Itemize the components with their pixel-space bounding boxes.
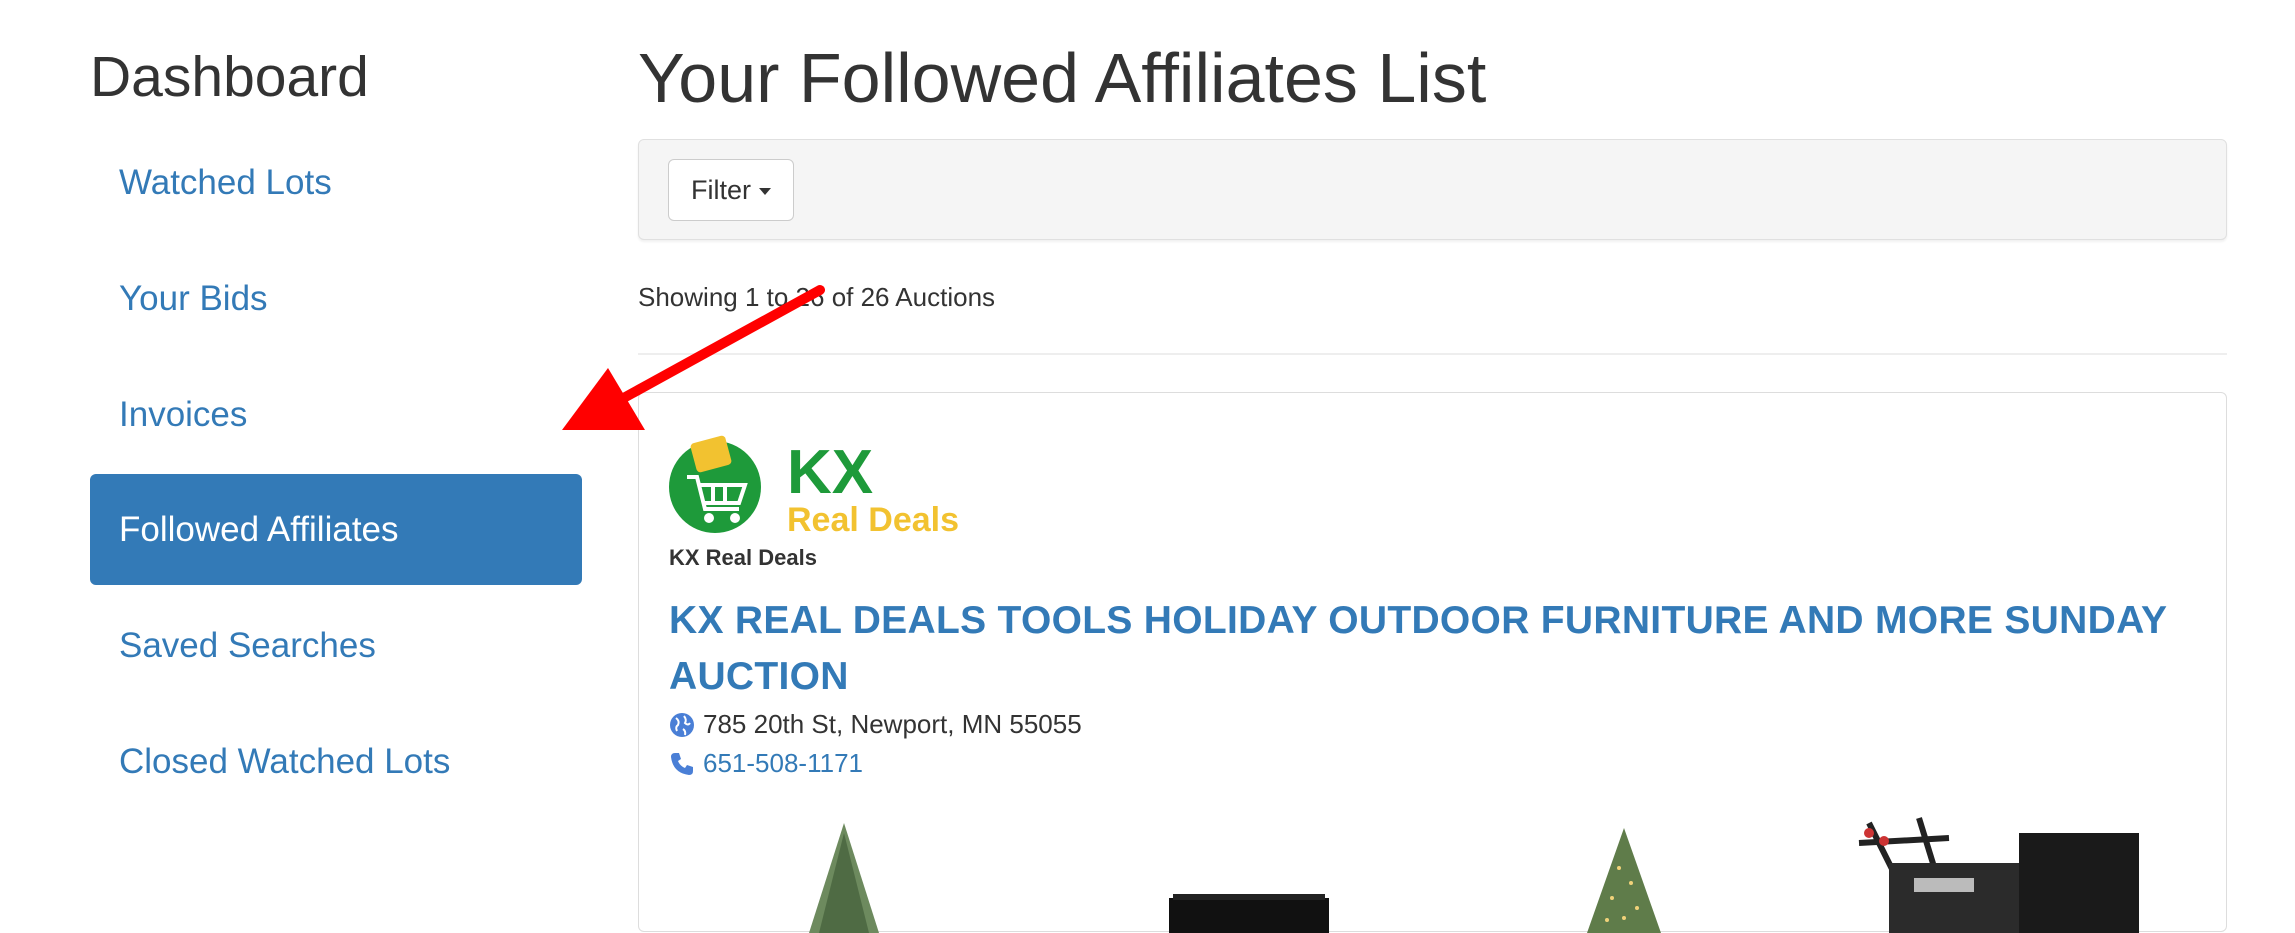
sidebar-item-invoices[interactable]: Invoices	[90, 359, 582, 470]
address-row: 785 20th St, Newport, MN 55055	[669, 709, 1082, 740]
affiliate-name: KX Real Deals	[669, 545, 817, 570]
affiliate-logo[interactable]: KX Real Deals	[669, 435, 959, 535]
filter-bar: Filter	[638, 139, 2227, 240]
address-text: 785 20th St, Newport, MN 55055	[703, 709, 1082, 739]
sidebar-item-saved-searches[interactable]: Saved Searches	[90, 590, 582, 701]
sidebar-item-followed-affiliates[interactable]: Followed Affiliates	[90, 474, 582, 585]
sidebar-item-closed-watched-lots[interactable]: Closed Watched Lots	[90, 706, 582, 817]
auction-title-link[interactable]: KX REAL DEALS TOOLS HOLIDAY OUTDOOR FURN…	[669, 593, 2199, 705]
logo-kx-text: KX	[787, 438, 873, 507]
affiliate-card: KX Real Deals KX Real Deals KX REAL DEAL…	[638, 392, 2227, 933]
logo-real-deals-text: Real Deals	[787, 501, 959, 535]
christmas-tree-image	[809, 823, 879, 933]
tv-image	[1169, 894, 1329, 933]
filter-label: Filter	[691, 174, 751, 205]
sidebar-title: Dashboard	[90, 45, 369, 109]
sidebar-item-your-bids[interactable]: Your Bids	[90, 243, 582, 354]
divider	[638, 353, 2227, 355]
phone-row[interactable]: 651-508-1171	[669, 748, 863, 779]
caret-down-icon	[759, 188, 771, 195]
filter-button[interactable]: Filter	[668, 159, 794, 221]
phone-icon	[671, 752, 693, 775]
lit-tree-image	[1587, 828, 1661, 933]
results-count: Showing 1 to 26 of 26 Auctions	[638, 282, 996, 312]
snow-blower-image	[1858, 817, 2139, 933]
sidebar-item-watched-lots[interactable]: Watched Lots	[90, 127, 582, 238]
phone-link[interactable]: 651-508-1171	[703, 748, 863, 779]
globe-icon	[670, 712, 694, 737]
page-title: Your Followed Affiliates List	[638, 39, 1487, 117]
